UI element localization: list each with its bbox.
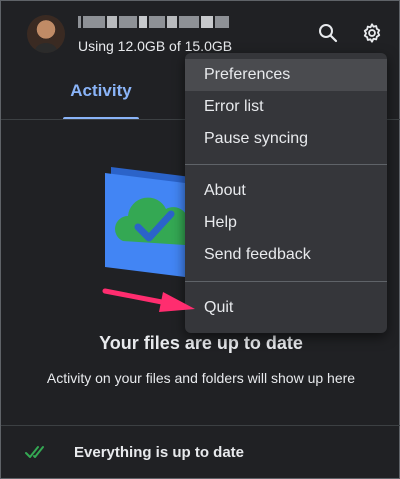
avatar[interactable] (27, 15, 65, 53)
menu-item-label: Send feedback (204, 246, 311, 263)
status-footer: Everything is up to date (1, 426, 400, 478)
settings-dropdown-menu: Preferences Error list Pause syncing Abo… (185, 53, 387, 333)
account-email-redacted (78, 15, 236, 29)
menu-separator (185, 281, 387, 282)
menu-item-label: Error list (204, 98, 264, 115)
search-icon (319, 24, 338, 43)
gear-icon (363, 23, 381, 43)
empty-state-title: Your files are up to date (99, 333, 303, 353)
menu-item-label: Quit (204, 299, 234, 316)
sync-status-text: Everything is up to date (74, 444, 245, 461)
menu-item-label: Help (204, 214, 237, 231)
menu-separator (185, 164, 387, 165)
settings-button[interactable] (358, 19, 386, 47)
menu-item-error-list[interactable]: Error list (185, 91, 387, 123)
menu-item-preferences[interactable]: Preferences (185, 59, 387, 91)
window-frame: Using 12.0GB of 15.0GB Activity Your fil… (0, 0, 400, 479)
storage-usage: Using 12.0GB of 15.0GB (78, 38, 233, 54)
annotation-arrow (102, 288, 195, 312)
menu-item-label: Pause syncing (204, 130, 309, 147)
menu-item-send-feedback[interactable]: Send feedback (185, 239, 387, 271)
menu-item-quit[interactable]: Quit (185, 292, 387, 324)
menu-item-help[interactable]: Help (185, 207, 387, 239)
menu-item-about[interactable]: About (185, 175, 387, 207)
menu-item-pause-syncing[interactable]: Pause syncing (185, 123, 387, 155)
search-button[interactable] (314, 19, 342, 47)
tab-activity[interactable]: Activity (63, 81, 139, 101)
menu-item-label: About (204, 182, 246, 199)
menu-item-label: Preferences (204, 66, 291, 83)
double-check-icon (25, 446, 44, 458)
empty-state-subtitle: Activity on your files and folders will … (46, 370, 356, 386)
